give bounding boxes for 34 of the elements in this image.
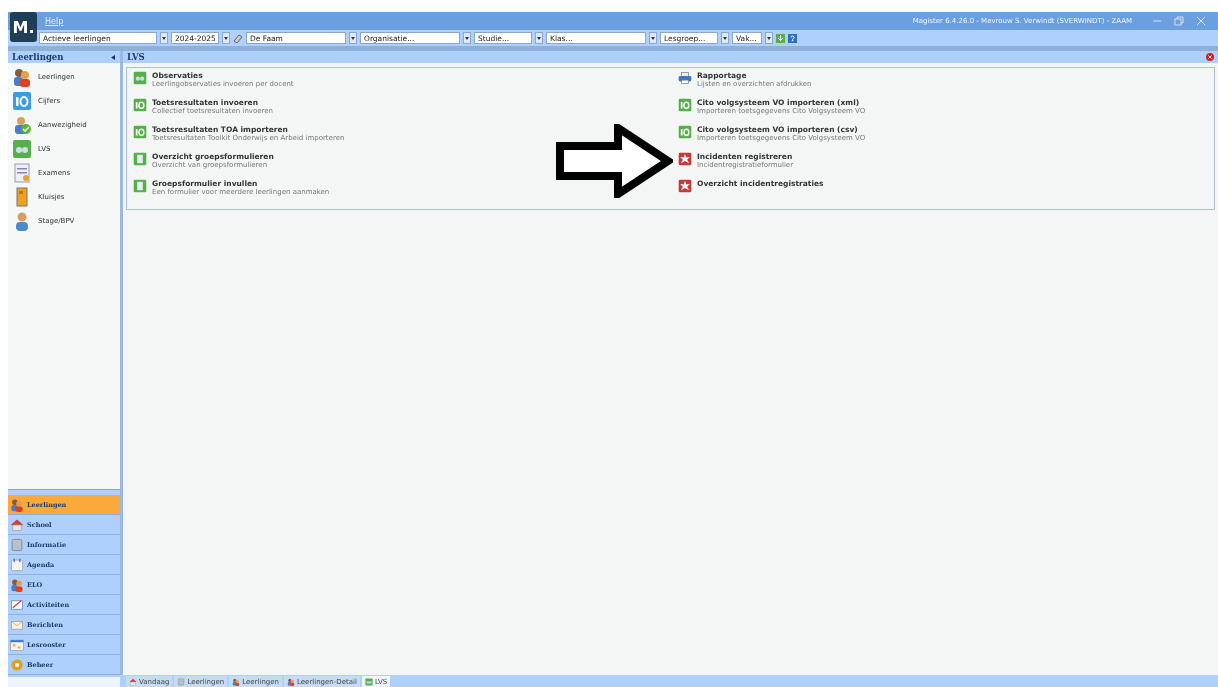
incident-icon <box>678 179 692 193</box>
timetable-icon <box>10 637 24 652</box>
collapse-icon[interactable] <box>111 54 116 60</box>
panel-title: LVS <box>127 52 145 62</box>
document-icon <box>12 163 32 183</box>
binoculars-icon <box>364 677 373 686</box>
grade-icon <box>133 98 147 112</box>
form-icon <box>133 152 147 166</box>
grade-icon <box>12 91 32 111</box>
calendar-icon <box>10 557 24 572</box>
people-icon <box>10 497 24 512</box>
printer-icon <box>678 71 692 85</box>
grade-icon <box>678 125 692 139</box>
incident-icon <box>678 152 692 166</box>
person-check-icon <box>12 115 32 135</box>
binoculars-icon <box>12 139 32 159</box>
house-icon <box>10 517 24 532</box>
sidebar-title: Leerlingen <box>12 52 64 62</box>
help-icon[interactable] <box>788 33 797 43</box>
chart-icon <box>10 597 24 612</box>
gear-icon <box>10 657 24 672</box>
binoculars-icon <box>133 71 147 85</box>
people-icon <box>232 677 241 686</box>
form-icon <box>133 179 147 193</box>
document-icon <box>10 537 24 552</box>
grade-icon <box>678 98 692 112</box>
grade-icon <box>133 125 147 139</box>
app-logo: M. <box>10 12 37 42</box>
document-icon <box>177 677 186 686</box>
people-icon <box>12 67 32 87</box>
house-icon <box>129 677 137 686</box>
people-icon <box>287 677 295 686</box>
close-icon[interactable] <box>1206 53 1214 61</box>
people-icon <box>10 577 24 592</box>
